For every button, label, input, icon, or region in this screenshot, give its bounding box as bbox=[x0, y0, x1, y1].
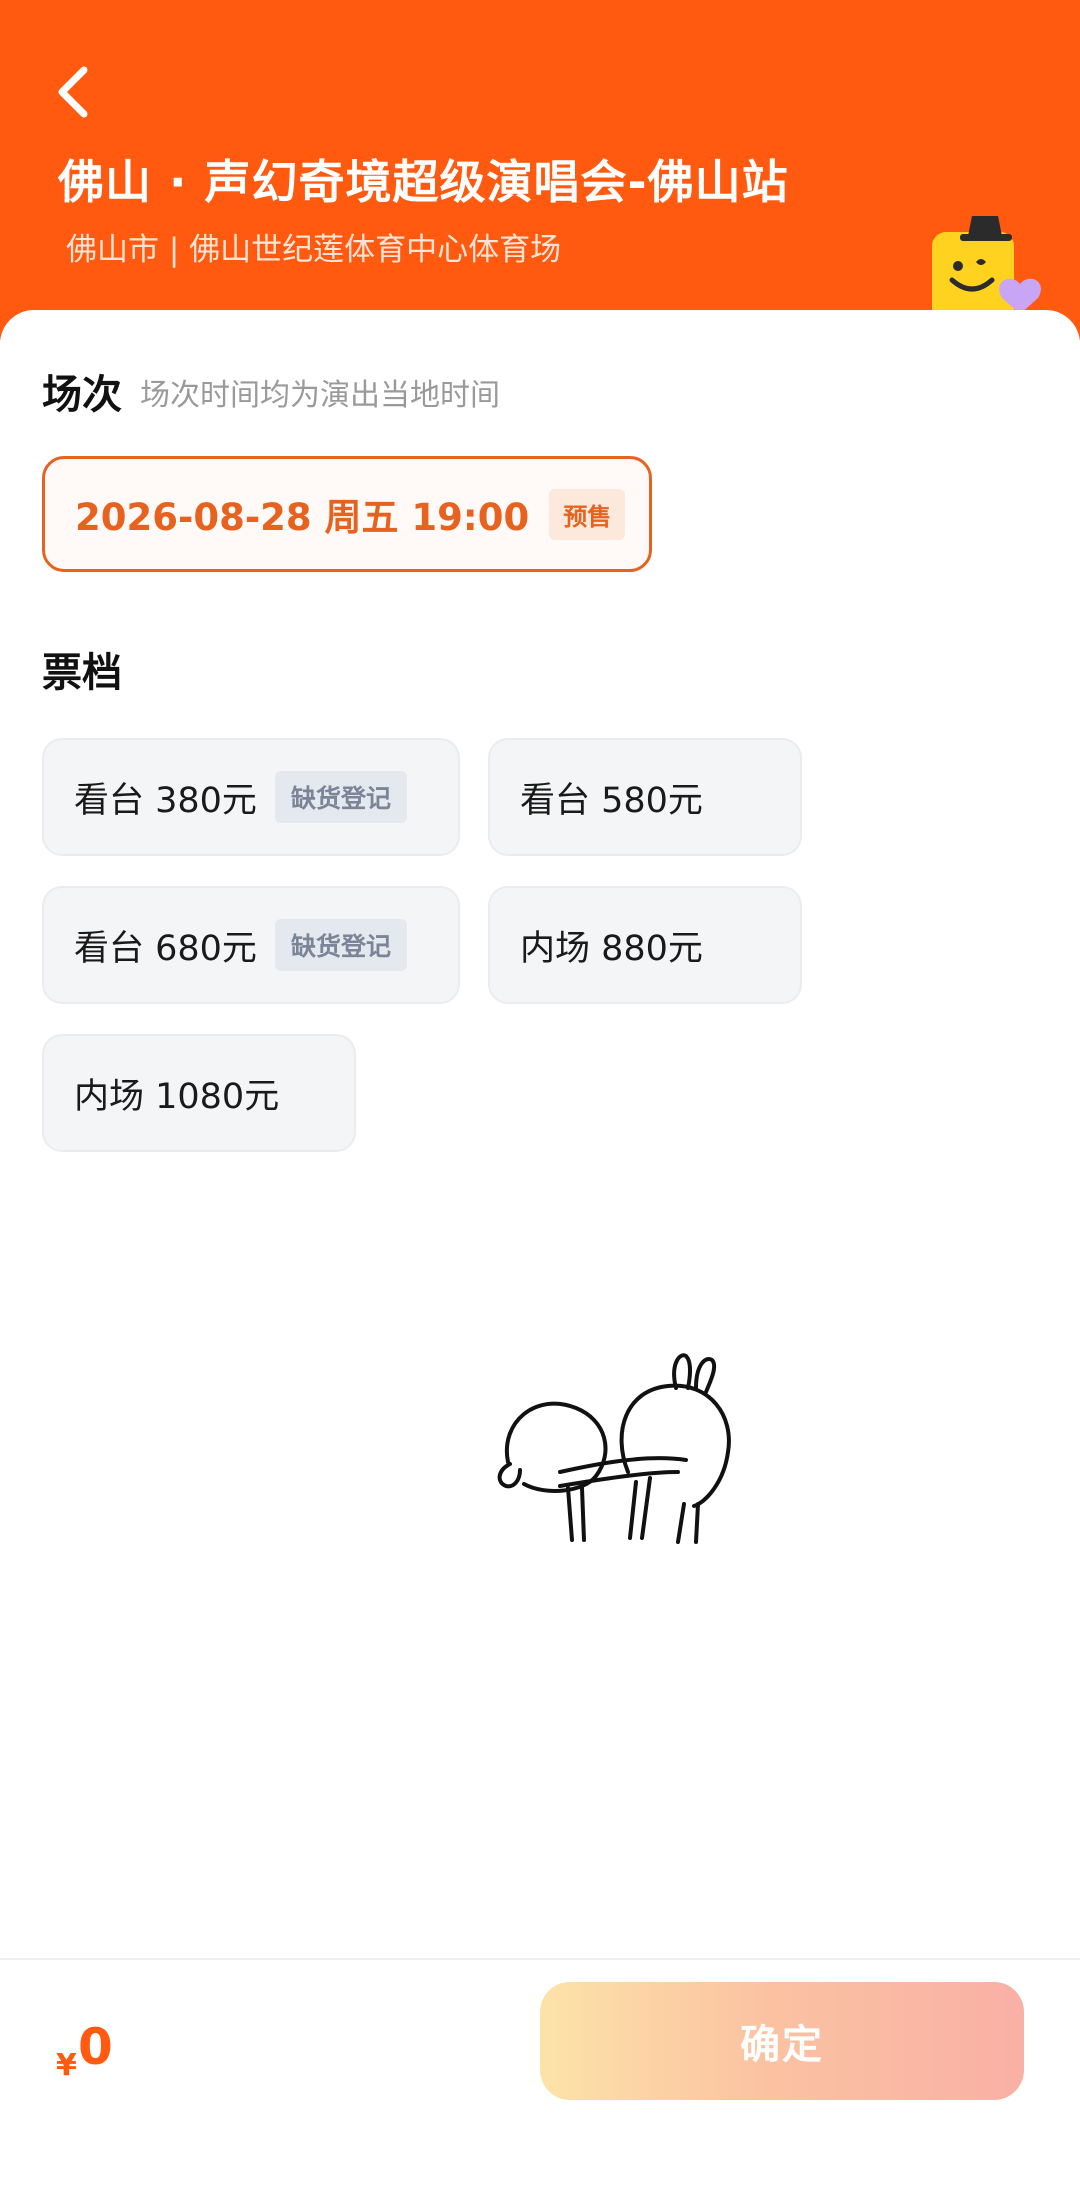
event-header: 佛山 · 声幻奇境超级演唱会-佛山站 佛山市 | 佛山世纪莲体育中心体育场 bbox=[0, 0, 1080, 340]
back-button[interactable] bbox=[50, 62, 100, 122]
ticket-option-stand-680[interactable]: 看台 680元 缺货登记 bbox=[42, 886, 460, 1004]
ticket-label: 看台 680元 bbox=[74, 928, 257, 969]
presale-badge: 预售 bbox=[549, 488, 626, 540]
total-price: 0 bbox=[78, 2018, 113, 2076]
session-datetime: 2026-08-28 周五 19:00 bbox=[75, 496, 530, 539]
ticket-label: 内场 1080元 bbox=[74, 1076, 280, 1117]
chevron-left-icon bbox=[58, 66, 88, 118]
ticket-option-floor-1080[interactable]: 内场 1080元 bbox=[42, 1034, 356, 1152]
smiley-mascot-icon bbox=[924, 206, 1048, 328]
currency-symbol: ¥ bbox=[56, 2048, 77, 2083]
session-section-title: 场次 bbox=[42, 372, 122, 418]
confirm-button-label: 确定 bbox=[740, 2022, 824, 2068]
selection-sheet: 场次 场次时间均为演出当地时间 2026-08-28 周五 19:00 预售 票… bbox=[0, 310, 1080, 2212]
event-venue: 佛山市 | 佛山世纪莲体育中心体育场 bbox=[66, 232, 562, 268]
waitlist-badge: 缺货登记 bbox=[274, 919, 407, 971]
rabbit-doodle-icon bbox=[496, 1352, 766, 1562]
ticket-section-title: 票档 bbox=[42, 650, 122, 696]
confirm-button[interactable]: 确定 bbox=[540, 1982, 1024, 2100]
ticket-label: 看台 380元 bbox=[74, 780, 257, 821]
ticket-option-floor-880[interactable]: 内场 880元 bbox=[488, 886, 802, 1004]
ticket-label: 看台 580元 bbox=[520, 780, 703, 821]
session-section-hint: 场次时间均为演出当地时间 bbox=[140, 378, 500, 413]
session-option-selected[interactable]: 2026-08-28 周五 19:00 预售 bbox=[42, 456, 652, 572]
ticket-option-stand-380[interactable]: 看台 380元 缺货登记 bbox=[42, 738, 460, 856]
ticket-option-stand-580[interactable]: 看台 580元 bbox=[488, 738, 802, 856]
checkout-bar: ¥ 0 确定 bbox=[0, 1958, 1080, 2212]
ticket-label: 内场 880元 bbox=[520, 928, 703, 969]
event-title: 佛山 · 声幻奇境超级演唱会-佛山站 bbox=[58, 155, 789, 209]
waitlist-badge: 缺货登记 bbox=[274, 771, 407, 823]
